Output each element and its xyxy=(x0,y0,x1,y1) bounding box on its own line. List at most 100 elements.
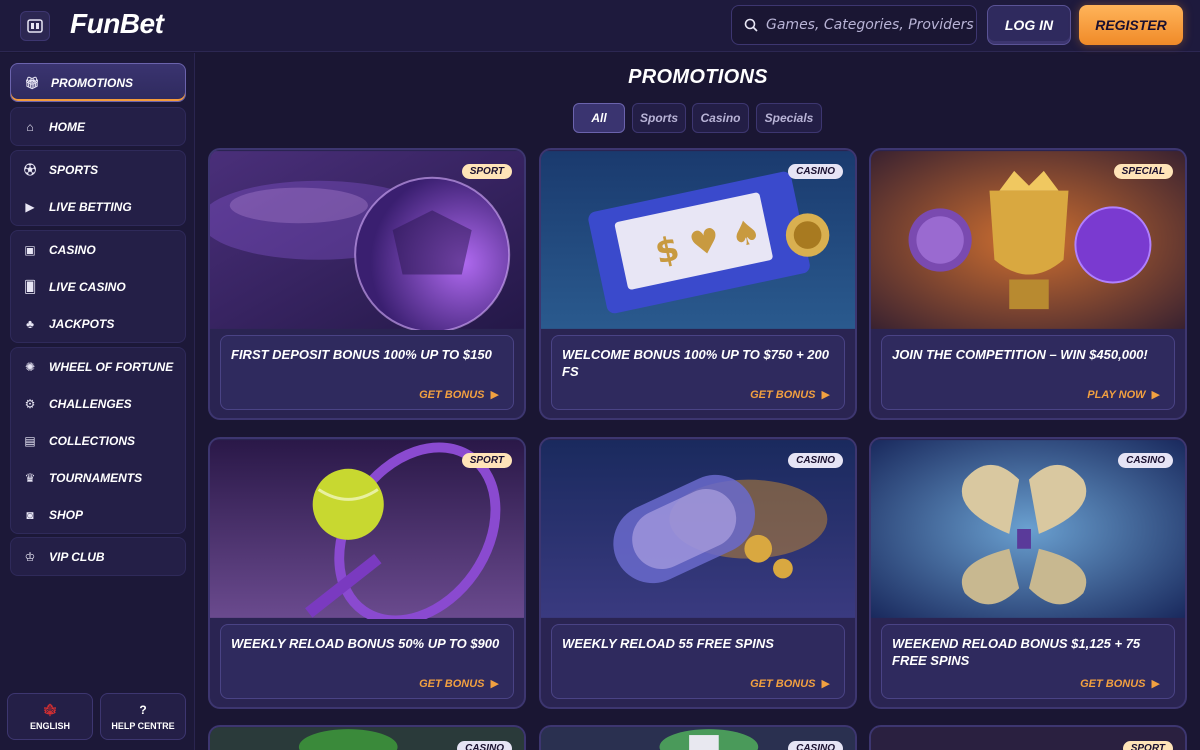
top-header: FunBet LOG IN REGISTER xyxy=(0,0,1200,52)
promo-card[interactable]: CASINO WEEKLY RELOAD 55 FREE SPINS GET B… xyxy=(539,437,857,709)
get-bonus-button[interactable]: GET BONUS ▶ xyxy=(1080,677,1160,690)
sidebar-item-shop[interactable]: ◙ SHOP xyxy=(11,496,185,533)
filter-casino[interactable]: Casino xyxy=(692,103,749,133)
card-title: WELCOME BONUS 100% UP TO $750 + 200 FS xyxy=(562,347,829,379)
promo-card[interactable]: CASINO xyxy=(539,725,857,750)
filter-all[interactable]: All xyxy=(573,103,625,133)
promo-card[interactable]: CASINO xyxy=(208,725,526,750)
collection-icon: ▤ xyxy=(24,433,36,448)
caret-right-icon: ▶ xyxy=(1151,678,1160,690)
search-icon xyxy=(744,18,758,32)
promo-card[interactable]: SPECIAL JOIN THE COMPETITION – WIN $450,… xyxy=(869,148,1187,420)
cta-label: GET BONUS xyxy=(419,389,485,401)
card-info: WEEKEND RELOAD BONUS $1,125 + 75 FREE SP… xyxy=(881,624,1175,699)
category-badge: CASINO xyxy=(788,453,843,468)
card-info: FIRST DEPOSIT BONUS 100% UP TO $150 GET … xyxy=(220,335,514,410)
shop-bag-icon: ◙ xyxy=(26,507,34,522)
sidebar-group-sports: ⚽︎ SPORTS ▶ LIVE BETTING xyxy=(10,150,186,226)
page-title: PROMOTIONS xyxy=(628,66,768,88)
category-badge: CASINO xyxy=(788,164,843,179)
help-centre-button[interactable]: ? HELP CENTRE xyxy=(100,693,186,740)
get-bonus-button[interactable]: GET BONUS ▶ xyxy=(419,388,499,401)
funbet-logo[interactable]: FunBet xyxy=(70,8,164,40)
sidebar-item-label: CASINO xyxy=(49,242,96,257)
card-title: WEEKEND RELOAD BONUS $1,125 + 75 FREE SP… xyxy=(892,636,1141,668)
category-badge: SPORT xyxy=(461,453,512,468)
sidebar-item-vip-club[interactable]: ♔ VIP CLUB xyxy=(11,538,185,575)
home-icon: ⌂ xyxy=(26,119,34,134)
promo-card[interactable]: SPORT xyxy=(869,725,1187,750)
sidebar-item-tournaments[interactable]: ♛ TOURNAMENTS xyxy=(11,459,185,496)
sidebar-item-label: JACKPOTS xyxy=(49,316,115,331)
card-info: WEEKLY RELOAD BONUS 50% UP TO $900 GET B… xyxy=(220,624,514,699)
clover-icon: ♣ xyxy=(26,316,34,331)
cta-label: GET BONUS xyxy=(419,678,485,690)
sidebar-item-label: WHEEL OF FORTUNE xyxy=(49,359,174,374)
canada-flag-icon: 🍁︎ xyxy=(42,702,58,717)
card-title: FIRST DEPOSIT BONUS 100% UP TO $150 xyxy=(231,347,492,362)
sidebar-item-sports[interactable]: ⚽︎ SPORTS xyxy=(11,151,185,188)
filter-sports[interactable]: Sports xyxy=(632,103,686,133)
sidebar-item-challenges[interactable]: ⚙ CHALLENGES xyxy=(11,385,185,422)
sidebar-group-casino: ▣ CASINO 🂠 LIVE CASINO ♣ JACKPOTS xyxy=(10,230,186,343)
sidebar-group-home: ⌂ HOME xyxy=(10,107,186,146)
search-input[interactable] xyxy=(766,17,976,33)
category-badge: CASINO xyxy=(457,741,512,750)
get-bonus-button[interactable]: GET BONUS ▶ xyxy=(750,677,830,690)
category-badge: SPECIAL xyxy=(1113,164,1173,179)
caret-right-icon: ▶ xyxy=(490,389,499,401)
language-label: ENGLISH xyxy=(29,720,70,731)
sidebar-item-home[interactable]: ⌂ HOME xyxy=(11,108,185,145)
login-button[interactable]: LOG IN xyxy=(987,5,1071,45)
play-now-button[interactable]: PLAY NOW ▶ xyxy=(1087,388,1160,401)
sidebar-toggle-button[interactable] xyxy=(20,11,50,41)
card-title: JOIN THE COMPETITION – WIN $450,000! xyxy=(892,347,1148,362)
caret-right-icon: ▶ xyxy=(1151,389,1160,401)
soccer-ball-icon: ⚽︎ xyxy=(23,163,36,177)
help-icon: ? xyxy=(139,702,147,717)
sidebar-item-collections[interactable]: ▤ COLLECTIONS xyxy=(11,422,185,459)
caret-right-icon: ▶ xyxy=(821,389,830,401)
gift-icon: 🎁︎ xyxy=(24,75,40,90)
sidebar-item-live-casino[interactable]: 🂠 LIVE CASINO xyxy=(11,268,185,305)
play-icon: ▶ xyxy=(25,199,35,214)
sidebar: 🎁︎ PROMOTIONS ⌂ HOME ⚽︎ SPORTS ▶ LIVE BE… xyxy=(0,53,195,750)
promo-card[interactable]: $ ♥ ♠ CASINO WELCOME BONUS 100% UP TO $7… xyxy=(539,148,857,420)
sidebar-item-label: SPORTS xyxy=(49,162,99,177)
promo-card[interactable]: SPORT FIRST DEPOSIT BONUS 100% UP TO $15… xyxy=(208,148,526,420)
sidebar-item-jackpots[interactable]: ♣ JACKPOTS xyxy=(11,305,185,342)
sidebar-item-live-betting[interactable]: ▶ LIVE BETTING xyxy=(11,188,185,225)
sidebar-item-label: CHALLENGES xyxy=(49,396,132,411)
sidebar-item-label: LIVE CASINO xyxy=(49,279,126,294)
filter-specials[interactable]: Specials xyxy=(756,103,822,133)
sidebar-group-vip: ♔ VIP CLUB xyxy=(10,537,186,576)
help-centre-label: HELP CENTRE xyxy=(111,720,175,731)
caret-right-icon: ▶ xyxy=(821,678,830,690)
sidebar-item-label: SHOP xyxy=(49,507,84,522)
category-badge: CASINO xyxy=(1118,453,1173,468)
cards-icon: 🂠 xyxy=(23,279,37,294)
promo-card[interactable]: CASINO WEEKEND RELOAD BONUS $1,125 + 75 … xyxy=(869,437,1187,709)
sidebar-item-promotions[interactable]: 🎁︎ PROMOTIONS xyxy=(10,63,186,102)
get-bonus-button[interactable]: GET BONUS ▶ xyxy=(419,677,499,690)
promo-card[interactable]: SPORT WEEKLY RELOAD BONUS 50% UP TO $900… xyxy=(208,437,526,709)
cta-label: PLAY NOW xyxy=(1087,389,1146,401)
sidebar-group-engage: ✺ WHEEL OF FORTUNE ⚙ CHALLENGES ▤ COLLEC… xyxy=(10,347,186,534)
card-title: WEEKLY RELOAD BONUS 50% UP TO $900 xyxy=(231,636,500,651)
caret-right-icon: ▶ xyxy=(490,678,499,690)
card-info: WELCOME BONUS 100% UP TO $750 + 200 FS G… xyxy=(551,335,845,410)
card-info: WEEKLY RELOAD 55 FREE SPINS GET BONUS ▶ xyxy=(551,624,845,699)
search-box[interactable] xyxy=(731,5,977,45)
medal-icon: ⚙ xyxy=(24,396,36,411)
slot-machine-icon: ▣ xyxy=(24,242,36,257)
language-button[interactable]: 🍁︎ ENGLISH xyxy=(7,693,93,740)
sidebar-item-label: VIP CLUB xyxy=(49,549,105,564)
sidebar-item-wheel-of-fortune[interactable]: ✺ WHEEL OF FORTUNE xyxy=(11,348,185,385)
category-badge: SPORT xyxy=(461,164,512,179)
sidebar-item-casino[interactable]: ▣ CASINO xyxy=(11,231,185,268)
wheel-icon: ✺ xyxy=(24,359,36,374)
register-button[interactable]: REGISTER xyxy=(1079,5,1183,45)
crown-icon: ♔ xyxy=(24,549,36,564)
sidebar-item-label: HOME xyxy=(49,119,85,134)
get-bonus-button[interactable]: GET BONUS ▶ xyxy=(750,388,830,401)
